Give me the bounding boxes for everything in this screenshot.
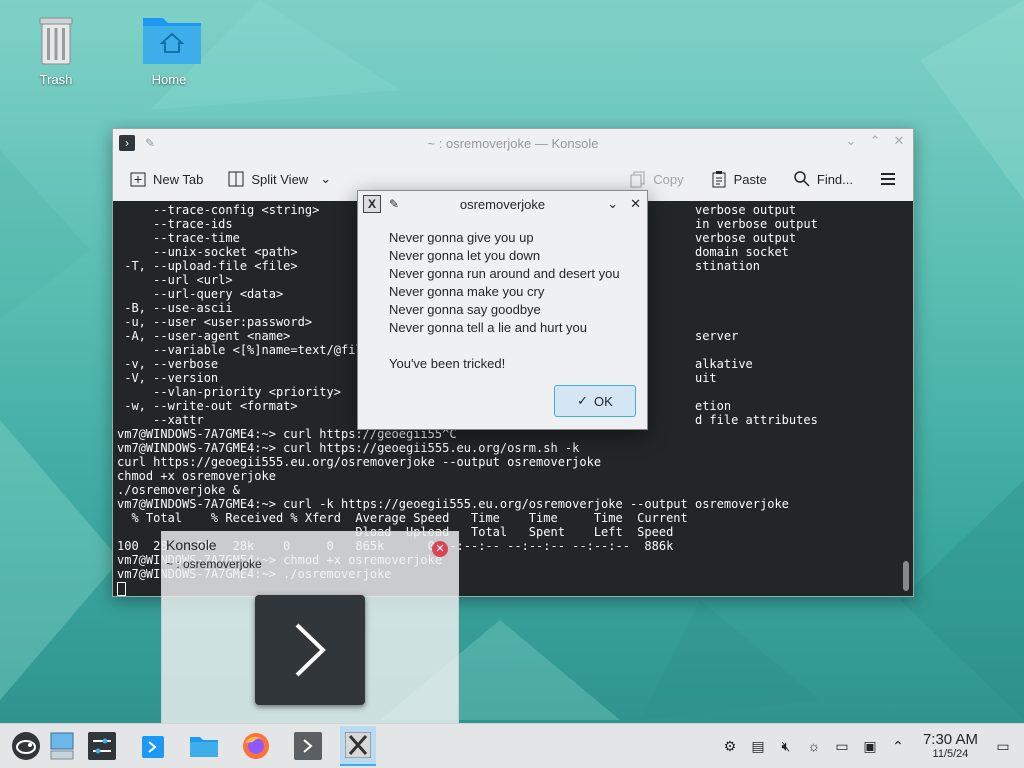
ok-button[interactable]: ✓ OK [554, 385, 636, 417]
message-line: Never gonna make you cry [389, 284, 545, 299]
dialog-titlebar[interactable]: X ✎ osremoverjoke ⌄ ✕ [358, 191, 647, 217]
message-line: Never gonna let you down [389, 248, 541, 263]
osremoverjoke-task[interactable] [340, 726, 376, 766]
konsole-task[interactable] [290, 728, 326, 764]
message-line: Never gonna run around and desert you [389, 266, 620, 281]
home-folder-icon [141, 12, 201, 68]
close-icon[interactable]: ✕ [630, 196, 641, 212]
chevron-down-icon[interactable]: ⌄ [607, 196, 618, 212]
konsole-icon [294, 732, 322, 760]
find-label: Find... [816, 171, 853, 187]
close-button[interactable]: ✕ [891, 133, 907, 149]
preview-subtitle: ~ : osremoverjoke [166, 557, 262, 571]
konsole-thumbnail-icon [255, 595, 365, 705]
new-tab-label: New Tab [153, 171, 204, 187]
terminal-scrollbar[interactable] [903, 561, 909, 591]
peek-desktop-icon[interactable]: ▭ [994, 737, 1012, 755]
disk-icon[interactable]: ▭ [833, 737, 851, 755]
clipboard-icon[interactable]: ▤ [749, 737, 767, 755]
network-icon[interactable]: ⚙ [721, 737, 739, 755]
brightness-icon[interactable]: ☼ [805, 737, 823, 755]
osremoverjoke-dialog[interactable]: X ✎ osremoverjoke ⌄ ✕ Never gonna give y… [357, 190, 648, 430]
maximize-button[interactable]: ⌃ [867, 133, 883, 149]
taskbar: ⚙ ▤ 🔇︎ ☼ ▭ ▣ ⌃ 7:30 AM 11/5/24 ▭ [0, 723, 1024, 768]
system-tray: ⚙ ▤ 🔇︎ ☼ ▭ ▣ ⌃ 7:30 AM 11/5/24 ▭ [721, 724, 1024, 768]
desktop-icon-home[interactable]: Home [129, 12, 209, 87]
discover-task[interactable] [135, 728, 171, 764]
copy-icon [629, 170, 647, 188]
clock-time: 7:30 AM [922, 730, 978, 748]
message-line: Never gonna say goodbye [389, 302, 541, 317]
task-preview-popup[interactable]: Konsole ~ : osremoverjoke ✕ [161, 531, 459, 725]
digital-clock[interactable]: 7:30 AM 11/5/24 [922, 730, 978, 761]
volume-muted-icon[interactable]: 🔇︎ [777, 737, 795, 755]
chevron-up-icon[interactable]: ⌃ [889, 737, 907, 755]
trash-icon [28, 12, 84, 68]
hamburger-menu-button[interactable] [873, 166, 903, 192]
discover-store-icon [142, 736, 164, 758]
copy-label: Copy [653, 171, 684, 187]
new-tab-button[interactable]: New Tab [123, 166, 209, 192]
terminal-line: % Total % Received % Xferd Average Speed… [117, 511, 688, 525]
system-settings-task[interactable] [84, 728, 120, 764]
new-tab-icon [129, 170, 147, 188]
chevron-down-icon: ⌄ [320, 171, 332, 186]
paste-button[interactable]: Paste [704, 166, 773, 192]
application-launcher-button[interactable] [8, 728, 44, 764]
checkmark-icon: ✓ [577, 393, 589, 408]
split-view-icon [227, 170, 245, 188]
window-title: ~ : osremoverjoke — Konsole [427, 135, 599, 151]
opensuse-logo-icon [12, 732, 40, 760]
terminal-line: vm7@WINDOWS-7A7GME4:~> curl https://geoe… [117, 441, 580, 455]
split-view-label: Split View [251, 171, 309, 187]
message-line: Never gonna tell a lie and hurt you [389, 320, 588, 335]
split-view-button[interactable]: Split View ⌄ [221, 166, 337, 192]
x11-app-icon [345, 732, 371, 758]
dolphin-task[interactable] [186, 728, 222, 764]
message-footer: You've been tricked! [389, 356, 506, 371]
desktop-icon-trash[interactable]: Trash [16, 12, 96, 87]
paste-label: Paste [733, 171, 767, 187]
terminal-line: ./osremoverjoke & [117, 483, 240, 497]
konsole-titlebar[interactable]: › ✎ ~ : osremoverjoke — Konsole ⌄ ⌃ ✕ [113, 129, 913, 157]
dialog-title: osremoverjoke [459, 196, 546, 212]
firefox-task[interactable] [238, 728, 274, 764]
dialog-message: Never gonna give you up Never gonna let … [358, 217, 647, 373]
desktop-icon-label: Trash [39, 72, 73, 87]
clock-date: 11/5/24 [932, 747, 969, 760]
find-button[interactable]: Find... [787, 166, 859, 192]
ok-label: OK [594, 393, 613, 409]
settings-sliders-icon [88, 732, 116, 760]
desktop-pager-icon [50, 732, 74, 760]
terminal-line: vm7@WINDOWS-7A7GME4:~> curl -k https://g… [117, 497, 789, 511]
minimize-button[interactable]: ⌄ [843, 133, 859, 149]
search-icon [793, 170, 811, 188]
terminal-line: chmod +x osremoverjoke [117, 469, 276, 483]
display-icon[interactable]: ▣ [861, 737, 879, 755]
firefox-icon [243, 733, 269, 759]
message-line: Never gonna give you up [389, 230, 534, 245]
terminal-line: curl https://geoegii555.eu.org/osremover… [117, 455, 602, 469]
folder-icon [190, 737, 218, 757]
paste-icon [710, 170, 728, 188]
desktop-icon-label: Home [151, 72, 187, 87]
hamburger-menu-icon [879, 170, 897, 188]
preview-close-button[interactable]: ✕ [432, 541, 448, 557]
show-desktop-button[interactable] [44, 728, 80, 764]
preview-title: Konsole [166, 537, 217, 553]
copy-button[interactable]: Copy [623, 166, 689, 192]
